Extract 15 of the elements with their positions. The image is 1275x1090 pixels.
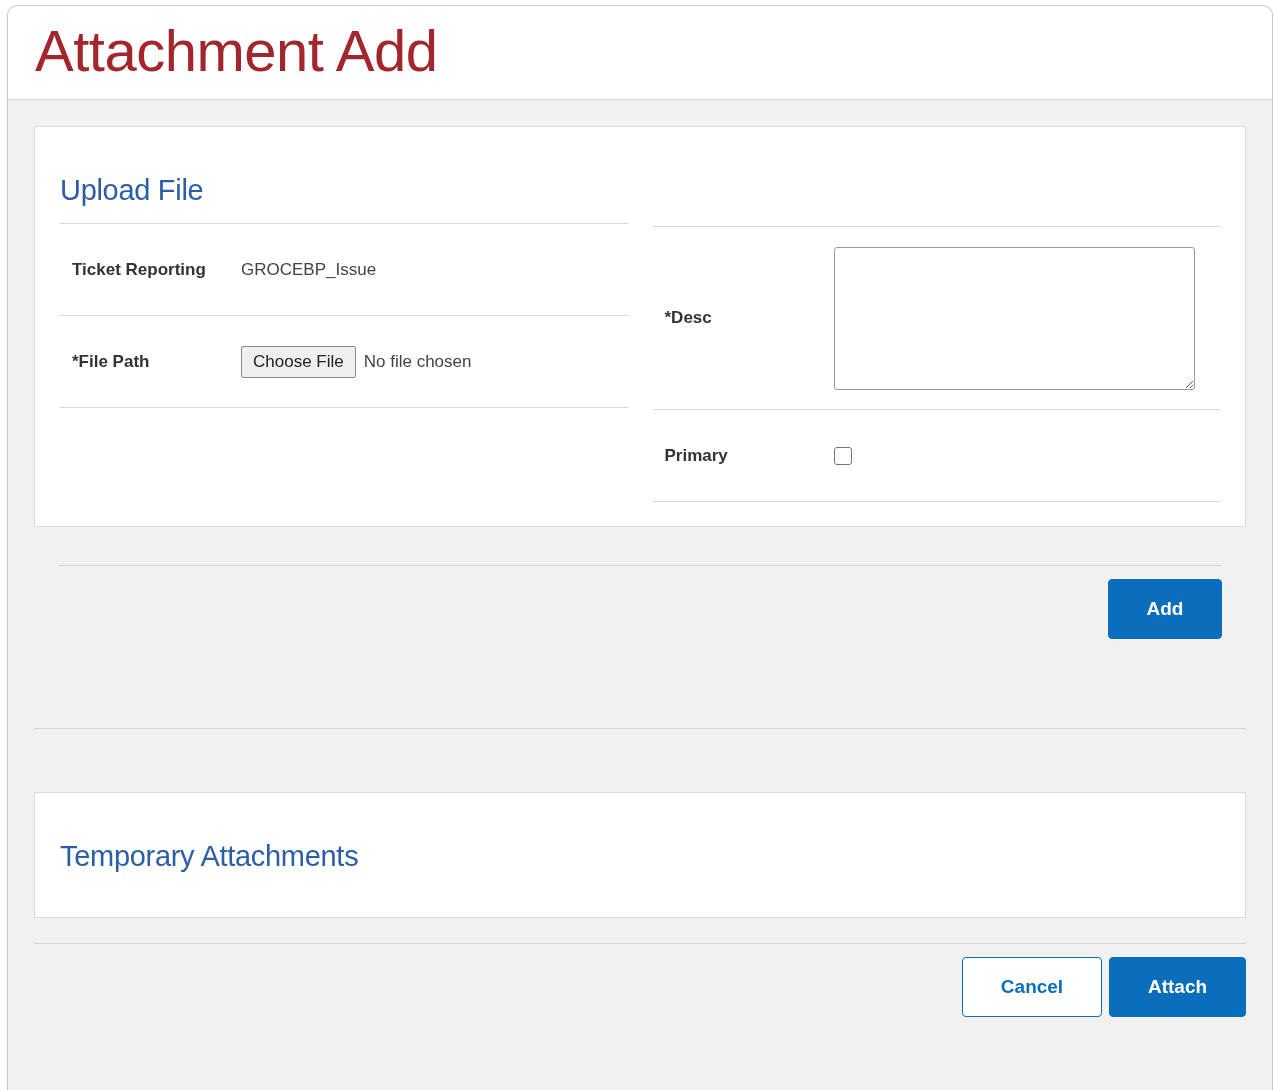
field-value: GROCEBP_Issue xyxy=(241,259,377,280)
field-label: Ticket Reporting xyxy=(72,259,207,280)
field-label: *Desc xyxy=(664,308,713,328)
description-field[interactable] xyxy=(833,246,1195,390)
field-label: *File Path xyxy=(72,351,151,372)
attach-button[interactable]: Attach xyxy=(1109,957,1246,1017)
window-title: Attachment Add xyxy=(35,17,438,84)
file-status: No file chosen xyxy=(363,351,472,372)
cancel-button[interactable]: Cancel xyxy=(962,957,1102,1017)
choose-file-button[interactable]: Choose File xyxy=(241,345,356,378)
section-heading: Upload File xyxy=(60,173,205,208)
checkbox[interactable] xyxy=(833,446,852,465)
section-heading: Temporary Attachments xyxy=(60,840,360,873)
add-button[interactable]: Add xyxy=(1108,579,1222,639)
field-label: Primary xyxy=(664,445,729,466)
